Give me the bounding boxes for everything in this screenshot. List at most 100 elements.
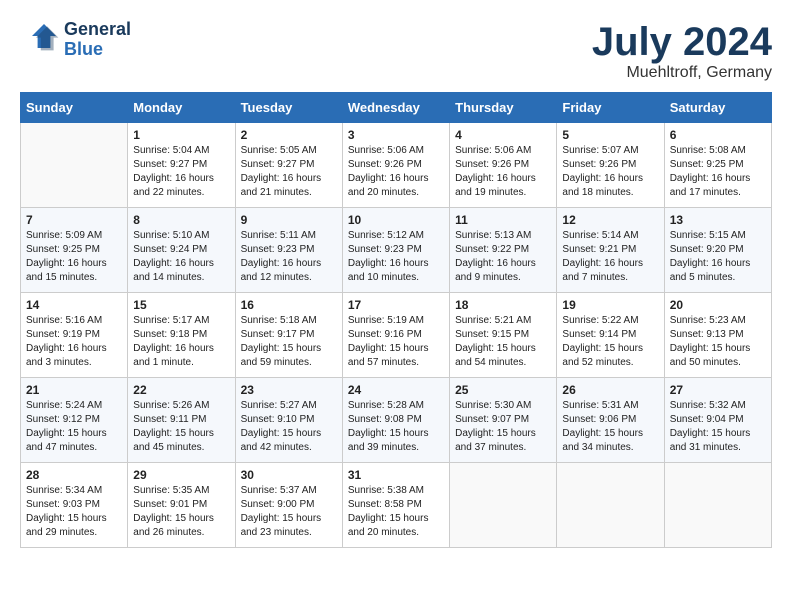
- day-info: Sunrise: 5:21 AM Sunset: 9:15 PM Dayligh…: [455, 315, 536, 368]
- calendar-cell: [664, 463, 771, 548]
- logo: General Blue: [20, 20, 131, 60]
- day-info: Sunrise: 5:06 AM Sunset: 9:26 PM Dayligh…: [455, 145, 536, 198]
- day-number: 19: [562, 298, 658, 312]
- day-info: Sunrise: 5:14 AM Sunset: 9:21 PM Dayligh…: [562, 230, 643, 283]
- calendar-cell: 18 Sunrise: 5:21 AM Sunset: 9:15 PM Dayli…: [450, 293, 557, 378]
- day-info: Sunrise: 5:15 AM Sunset: 9:20 PM Dayligh…: [670, 230, 751, 283]
- week-row-0: 1 Sunrise: 5:04 AM Sunset: 9:27 PM Daylig…: [21, 123, 772, 208]
- calendar-cell: 6 Sunrise: 5:08 AM Sunset: 9:25 PM Daylig…: [664, 123, 771, 208]
- calendar-cell: [557, 463, 664, 548]
- calendar-cell: 26 Sunrise: 5:31 AM Sunset: 9:06 PM Dayli…: [557, 378, 664, 463]
- day-number: 2: [241, 128, 337, 142]
- week-row-1: 7 Sunrise: 5:09 AM Sunset: 9:25 PM Daylig…: [21, 208, 772, 293]
- day-number: 22: [133, 383, 229, 397]
- day-info: Sunrise: 5:05 AM Sunset: 9:27 PM Dayligh…: [241, 145, 322, 198]
- day-number: 24: [348, 383, 444, 397]
- calendar-cell: 14Sunrise: 5:16 AM Sunset: 9:19 PM Dayli…: [21, 293, 128, 378]
- day-info: Sunrise: 5:07 AM Sunset: 9:26 PM Dayligh…: [562, 145, 643, 198]
- calendar-cell: 27 Sunrise: 5:32 AM Sunset: 9:04 PM Dayli…: [664, 378, 771, 463]
- calendar-cell: [450, 463, 557, 548]
- calendar-cell: 17 Sunrise: 5:19 AM Sunset: 9:16 PM Dayli…: [342, 293, 449, 378]
- calendar-cell: 4Sunrise: 5:06 AM Sunset: 9:26 PM Daylig…: [450, 123, 557, 208]
- title-block: July 2024 Muehltroff, Germany: [592, 20, 772, 82]
- calendar-cell: 30 Sunrise: 5:37 AM Sunset: 9:00 PM Dayli…: [235, 463, 342, 548]
- location: Muehltroff, Germany: [592, 64, 772, 82]
- month-title: July 2024: [592, 20, 772, 64]
- header-thursday: Thursday: [450, 93, 557, 123]
- day-number: 6: [670, 128, 766, 142]
- day-number: 31: [348, 468, 444, 482]
- day-info: Sunrise: 5:12 AM Sunset: 9:23 PM Dayligh…: [348, 230, 429, 283]
- calendar-cell: 11 Sunrise: 5:13 AM Sunset: 9:22 PM Dayli…: [450, 208, 557, 293]
- calendar-cell: 29 Sunrise: 5:35 AM Sunset: 9:01 PM Dayli…: [128, 463, 235, 548]
- day-info: Sunrise: 5:31 AM Sunset: 9:06 PM Dayligh…: [562, 400, 643, 453]
- day-number: 11: [455, 213, 551, 227]
- calendar-cell: 7 Sunrise: 5:09 AM Sunset: 9:25 PM Daylig…: [21, 208, 128, 293]
- day-number: 16: [241, 298, 337, 312]
- calendar-table: SundayMondayTuesdayWednesdayThursdayFrid…: [20, 92, 772, 548]
- day-number: 23: [241, 383, 337, 397]
- calendar-header-row: SundayMondayTuesdayWednesdayThursdayFrid…: [21, 93, 772, 123]
- day-number: 28: [26, 468, 122, 482]
- day-number: 20: [670, 298, 766, 312]
- day-number: 7: [26, 213, 122, 227]
- calendar-cell: 25Sunrise: 5:30 AM Sunset: 9:07 PM Dayli…: [450, 378, 557, 463]
- day-number: 26: [562, 383, 658, 397]
- day-number: 15: [133, 298, 229, 312]
- day-number: 27: [670, 383, 766, 397]
- day-info: Sunrise: 5:30 AM Sunset: 9:07 PM Dayligh…: [455, 400, 536, 453]
- day-number: 13: [670, 213, 766, 227]
- day-info: Sunrise: 5:32 AM Sunset: 9:04 PM Dayligh…: [670, 400, 751, 453]
- day-info: Sunrise: 5:26 AM Sunset: 9:11 PM Dayligh…: [133, 400, 214, 453]
- day-info: Sunrise: 5:38 AM Sunset: 8:58 PM Dayligh…: [348, 485, 429, 538]
- day-info: Sunrise: 5:19 AM Sunset: 9:16 PM Dayligh…: [348, 315, 429, 368]
- calendar-cell: 24 Sunrise: 5:28 AM Sunset: 9:08 PM Dayli…: [342, 378, 449, 463]
- calendar-cell: 5 Sunrise: 5:07 AM Sunset: 9:26 PM Daylig…: [557, 123, 664, 208]
- calendar-cell: 13 Sunrise: 5:15 AM Sunset: 9:20 PM Dayli…: [664, 208, 771, 293]
- logo-text: General Blue: [64, 20, 131, 60]
- header-friday: Friday: [557, 93, 664, 123]
- calendar-cell: 2 Sunrise: 5:05 AM Sunset: 9:27 PM Daylig…: [235, 123, 342, 208]
- calendar-cell: 20 Sunrise: 5:23 AM Sunset: 9:13 PM Dayli…: [664, 293, 771, 378]
- logo-line1: General: [64, 20, 131, 40]
- week-row-3: 21Sunrise: 5:24 AM Sunset: 9:12 PM Dayli…: [21, 378, 772, 463]
- day-info: Sunrise: 5:37 AM Sunset: 9:00 PM Dayligh…: [241, 485, 322, 538]
- day-info: Sunrise: 5:17 AM Sunset: 9:18 PM Dayligh…: [133, 315, 214, 368]
- week-row-2: 14Sunrise: 5:16 AM Sunset: 9:19 PM Dayli…: [21, 293, 772, 378]
- calendar-cell: 1 Sunrise: 5:04 AM Sunset: 9:27 PM Daylig…: [128, 123, 235, 208]
- logo-icon: [20, 20, 60, 60]
- day-number: 8: [133, 213, 229, 227]
- day-number: 9: [241, 213, 337, 227]
- calendar-cell: 8Sunrise: 5:10 AM Sunset: 9:24 PM Daylig…: [128, 208, 235, 293]
- day-number: 10: [348, 213, 444, 227]
- day-info: Sunrise: 5:23 AM Sunset: 9:13 PM Dayligh…: [670, 315, 751, 368]
- day-number: 17: [348, 298, 444, 312]
- day-info: Sunrise: 5:13 AM Sunset: 9:22 PM Dayligh…: [455, 230, 536, 283]
- day-number: 29: [133, 468, 229, 482]
- day-info: Sunrise: 5:04 AM Sunset: 9:27 PM Dayligh…: [133, 145, 214, 198]
- day-number: 12: [562, 213, 658, 227]
- header-saturday: Saturday: [664, 93, 771, 123]
- logo-line2: Blue: [64, 40, 131, 60]
- day-number: 1: [133, 128, 229, 142]
- day-info: Sunrise: 5:08 AM Sunset: 9:25 PM Dayligh…: [670, 145, 751, 198]
- day-number: 30: [241, 468, 337, 482]
- week-row-4: 28Sunrise: 5:34 AM Sunset: 9:03 PM Dayli…: [21, 463, 772, 548]
- day-info: Sunrise: 5:28 AM Sunset: 9:08 PM Dayligh…: [348, 400, 429, 453]
- day-info: Sunrise: 5:09 AM Sunset: 9:25 PM Dayligh…: [26, 230, 107, 283]
- day-info: Sunrise: 5:35 AM Sunset: 9:01 PM Dayligh…: [133, 485, 214, 538]
- header-sunday: Sunday: [21, 93, 128, 123]
- day-number: 3: [348, 128, 444, 142]
- calendar-cell: 9Sunrise: 5:11 AM Sunset: 9:23 PM Daylig…: [235, 208, 342, 293]
- calendar-cell: 15 Sunrise: 5:17 AM Sunset: 9:18 PM Dayli…: [128, 293, 235, 378]
- day-info: Sunrise: 5:27 AM Sunset: 9:10 PM Dayligh…: [241, 400, 322, 453]
- day-number: 18: [455, 298, 551, 312]
- day-number: 5: [562, 128, 658, 142]
- calendar-cell: [21, 123, 128, 208]
- calendar-cell: 12 Sunrise: 5:14 AM Sunset: 9:21 PM Dayli…: [557, 208, 664, 293]
- calendar-cell: 21Sunrise: 5:24 AM Sunset: 9:12 PM Dayli…: [21, 378, 128, 463]
- calendar-cell: 10 Sunrise: 5:12 AM Sunset: 9:23 PM Dayli…: [342, 208, 449, 293]
- day-info: Sunrise: 5:06 AM Sunset: 9:26 PM Dayligh…: [348, 145, 429, 198]
- page-header: General Blue July 2024 Muehltroff, Germa…: [20, 20, 772, 82]
- calendar-cell: 28Sunrise: 5:34 AM Sunset: 9:03 PM Dayli…: [21, 463, 128, 548]
